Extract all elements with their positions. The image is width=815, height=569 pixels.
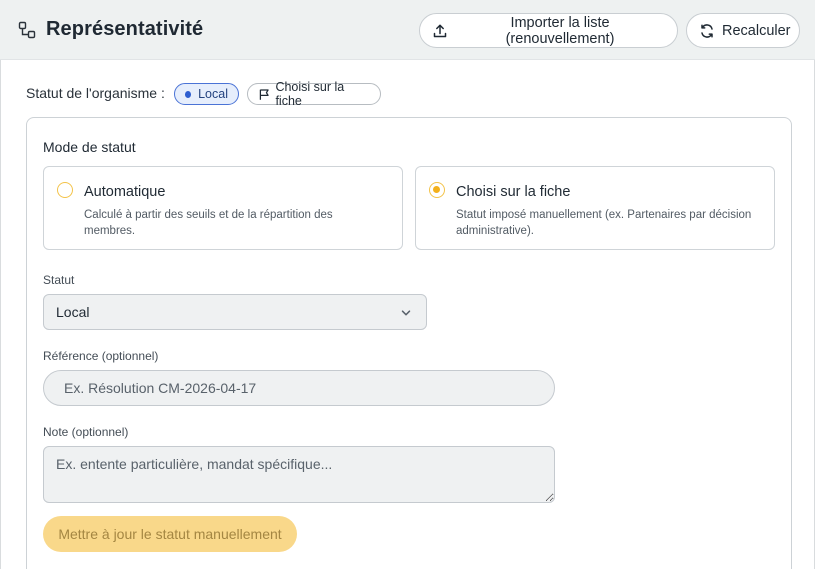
recalculate-button[interactable]: Recalculer [686, 13, 800, 48]
radio-automatic[interactable] [57, 182, 73, 198]
recalculate-label: Recalculer [722, 22, 791, 39]
mode-option-title: Automatique [84, 184, 166, 200]
page-title: Représentativité [46, 18, 204, 40]
mode-option-description: Calculé à partir des seuils et de la rép… [84, 209, 333, 237]
status-badge-local: Local [174, 83, 239, 105]
mode-option-automatic[interactable]: Automatique Calculé à partir des seuils … [43, 166, 403, 250]
status-mode-card: Mode de statut Automatique Calculé à par… [26, 117, 792, 569]
note-textarea[interactable] [43, 446, 555, 503]
radio-manual[interactable] [429, 182, 445, 198]
mode-option-manual[interactable]: Choisi sur la fiche Statut imposé manuel… [415, 166, 775, 250]
organism-status-label: Statut de l'organisme : [26, 85, 165, 101]
status-badge-choice-label: Choisi sur la fiche [275, 80, 345, 108]
upload-icon [433, 24, 447, 37]
mode-section-title: Mode de statut [43, 139, 136, 155]
status-dot-icon [185, 90, 192, 98]
update-status-button[interactable]: Mettre à jour le statut manuellement [43, 516, 297, 552]
refresh-icon [701, 23, 713, 38]
chevron-down-icon [401, 310, 411, 316]
import-list-label: Importer la liste (renouvellement) [505, 14, 615, 47]
mode-option-title: Choisi sur la fiche [456, 184, 571, 200]
flag-icon [259, 88, 269, 100]
mode-option-description: Statut imposé manuellement (ex. Partenai… [456, 209, 752, 237]
reference-input[interactable] [43, 370, 555, 406]
page-header: Représentativité Importer la liste (reno… [0, 0, 815, 60]
reference-label: Référence (optionnel) [43, 349, 159, 363]
nodes-icon [18, 21, 36, 39]
statut-select-value: Local [56, 304, 90, 320]
status-badge-local-label: Local [198, 87, 228, 101]
statut-select[interactable]: Local [43, 294, 427, 330]
import-list-button[interactable]: Importer la liste (renouvellement) [419, 13, 678, 48]
note-label: Note (optionnel) [43, 425, 129, 439]
statut-label: Statut [43, 273, 75, 287]
status-badge-choice: Choisi sur la fiche [247, 80, 381, 108]
